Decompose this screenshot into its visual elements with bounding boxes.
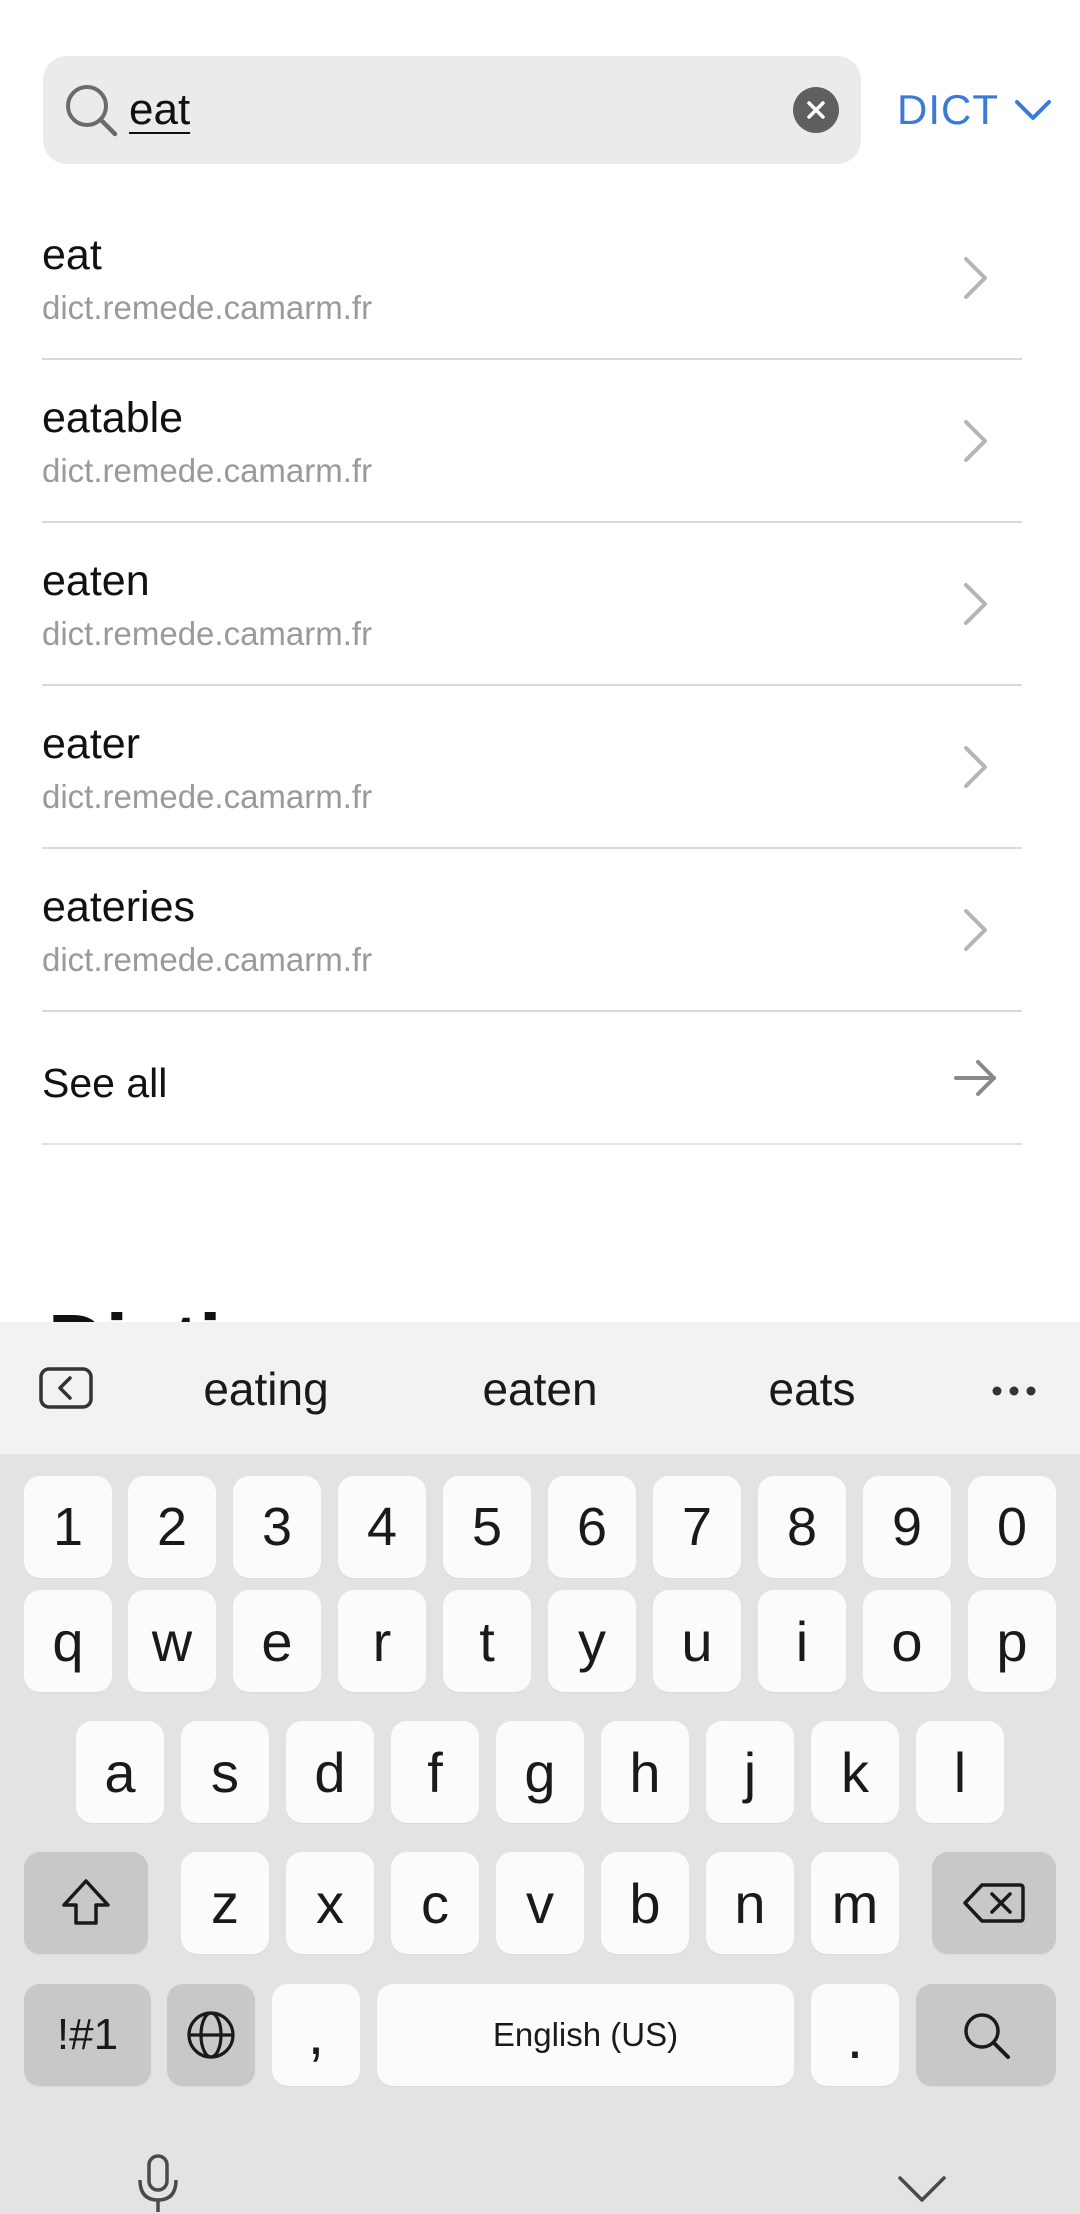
language-key[interactable] [167,1984,255,2086]
close-icon [807,101,825,119]
chevron-down-icon [1015,100,1051,120]
search-bar[interactable] [43,56,861,164]
result-word: eater [42,720,141,768]
see-all-label: See all [42,1060,168,1106]
chevron-right-icon [964,257,987,299]
space-key[interactable]: English (US) [377,1984,794,2086]
key[interactable]: 7 [653,1476,741,1578]
shift-key[interactable] [24,1852,148,1954]
results-list: eat dict.remede.camarm.fr eatable dict.r… [42,197,1022,1145]
key[interactable]: v [496,1852,584,1954]
suggestion-item[interactable]: eats [692,1362,932,1416]
result-source: dict.remede.camarm.fr [42,289,373,326]
key[interactable]: b [601,1852,689,1954]
key[interactable]: h [601,1721,689,1823]
result-source: dict.remede.camarm.fr [42,941,373,978]
key[interactable]: p [968,1590,1056,1692]
period-key[interactable]: . [811,1984,899,2086]
shift-icon [62,1879,110,1925]
key[interactable]: s [181,1721,269,1823]
search-icon [964,2013,1010,2059]
more-options-icon[interactable] [990,1384,1038,1398]
key[interactable]: q [24,1590,112,1692]
clear-search-button[interactable] [793,87,839,133]
key[interactable]: k [811,1721,899,1823]
key[interactable]: a [76,1721,164,1823]
result-source: dict.remede.camarm.fr [42,452,373,489]
result-item[interactable]: eatable dict.remede.camarm.fr [42,360,1022,523]
result-word: eatable [42,394,184,442]
key[interactable]: 5 [443,1476,531,1578]
key[interactable]: o [863,1590,951,1692]
key[interactable]: 3 [233,1476,321,1578]
key[interactable]: i [758,1590,846,1692]
on-screen-keyboard: eating eaten eats 1 2 3 4 5 6 7 8 9 0 q … [0,1322,1080,2214]
search-icon [61,80,121,140]
see-all-button[interactable]: See all [42,1012,1022,1145]
suggestion-item[interactable]: eating [146,1362,386,1416]
arrow-right-icon [954,1060,996,1096]
chevron-right-icon [964,909,987,951]
key[interactable]: 2 [128,1476,216,1578]
key[interactable]: l [916,1721,1004,1823]
chevron-right-icon [964,746,987,788]
key[interactable]: z [181,1852,269,1954]
dictionary-selector-label: DICT [897,86,999,133]
key[interactable]: 6 [548,1476,636,1578]
backspace-icon [963,1883,1025,1923]
key[interactable]: g [496,1721,584,1823]
key[interactable]: t [443,1590,531,1692]
result-word: eateries [42,883,195,931]
backspace-key[interactable] [932,1852,1056,1954]
result-word: eaten [42,557,150,605]
key[interactable]: n [706,1852,794,1954]
dictionary-selector[interactable]: DICT [897,80,1053,140]
globe-icon [187,2011,235,2059]
suggestion-bar: eating eaten eats [0,1322,1080,1454]
suggestion-item[interactable]: eaten [420,1362,660,1416]
key[interactable]: x [286,1852,374,1954]
microphone-icon[interactable] [134,2154,182,2214]
key[interactable]: w [128,1590,216,1692]
result-item[interactable]: eat dict.remede.camarm.fr [42,197,1022,360]
result-source: dict.remede.camarm.fr [42,615,373,652]
key[interactable]: j [706,1721,794,1823]
key[interactable]: 4 [338,1476,426,1578]
hide-keyboard-icon[interactable] [896,2174,948,2204]
result-item[interactable]: eaten dict.remede.camarm.fr [42,523,1022,686]
chevron-right-icon [964,583,987,625]
search-input[interactable] [129,78,729,142]
comma-key[interactable]: , [272,1984,360,2086]
keyboard-back-icon[interactable] [38,1366,94,1410]
key[interactable]: 1 [24,1476,112,1578]
key[interactable]: e [233,1590,321,1692]
result-word: eat [42,231,102,279]
result-item[interactable]: eater dict.remede.camarm.fr [42,686,1022,849]
key[interactable]: r [338,1590,426,1692]
key[interactable]: f [391,1721,479,1823]
chevron-right-icon [964,420,987,462]
symbols-key[interactable]: !#1 [24,1984,151,2086]
key[interactable]: m [811,1852,899,1954]
key[interactable]: c [391,1852,479,1954]
result-item[interactable]: eateries dict.remede.camarm.fr [42,849,1022,1012]
search-key[interactable] [916,1984,1056,2086]
key[interactable]: 0 [968,1476,1056,1578]
key[interactable]: u [653,1590,741,1692]
key[interactable]: y [548,1590,636,1692]
result-source: dict.remede.camarm.fr [42,778,373,815]
key[interactable]: d [286,1721,374,1823]
key[interactable]: 8 [758,1476,846,1578]
key[interactable]: 9 [863,1476,951,1578]
